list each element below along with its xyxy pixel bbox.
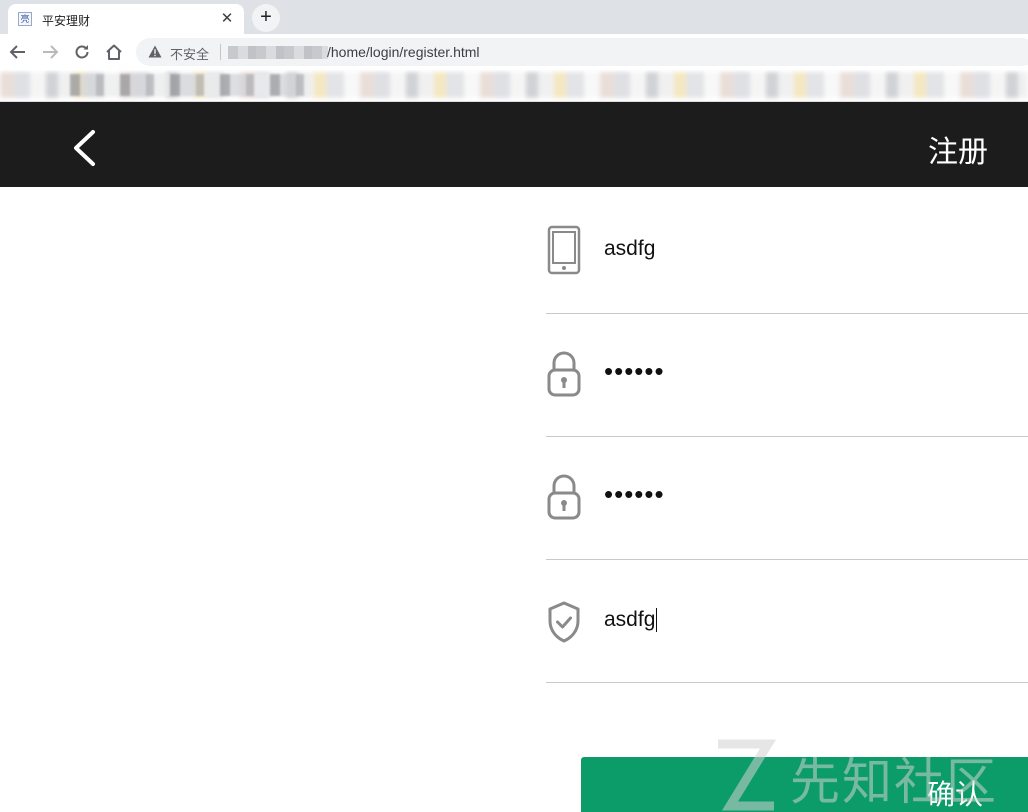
shield-check-icon xyxy=(546,597,582,647)
browser-toolbar: 不安全 /home/login/register.html xyxy=(0,34,1028,70)
page-title: 注册 xyxy=(928,136,988,169)
security-status-label[interactable]: 不安全 xyxy=(170,44,209,63)
site-favicon-icon: 亮 xyxy=(18,12,32,26)
reload-icon[interactable] xyxy=(70,40,94,64)
back-arrow-icon[interactable] xyxy=(6,40,30,64)
not-secure-warning-icon[interactable] xyxy=(148,45,162,63)
confirm-password-input[interactable]: •••••• xyxy=(604,479,665,510)
url-text[interactable]: /home/login/register.html xyxy=(327,44,480,60)
home-icon[interactable] xyxy=(102,40,126,64)
lock-icon xyxy=(546,349,582,399)
address-separator xyxy=(220,44,221,60)
browser-tabstrip: 亮 平安理财 ✕ + xyxy=(0,0,1028,34)
app-header: 注册 xyxy=(0,102,1028,187)
lock-icon xyxy=(546,472,582,522)
tab-title: 平安理财 xyxy=(42,14,91,28)
phone-field-row[interactable]: asdfg xyxy=(546,190,1028,314)
back-button[interactable] xyxy=(66,128,102,168)
code-input[interactable]: asdfg xyxy=(604,608,658,633)
text-caret xyxy=(656,608,658,633)
code-field-row[interactable]: asdfg xyxy=(546,559,1028,683)
new-tab-button[interactable]: + xyxy=(252,4,280,32)
forward-arrow-icon[interactable] xyxy=(38,40,62,64)
redacted-host xyxy=(228,46,328,59)
address-bar[interactable]: 不安全 /home/login/register.html xyxy=(136,38,1028,66)
code-input-text: asdfg xyxy=(604,608,656,631)
chevron-left-icon xyxy=(74,130,95,166)
blurred-bookmarks-dark xyxy=(70,74,310,96)
phone-input[interactable]: asdfg xyxy=(604,237,655,261)
browser-tab[interactable]: 亮 平安理财 ✕ xyxy=(8,4,244,34)
password-input[interactable]: •••••• xyxy=(604,356,665,387)
password-field-row[interactable]: •••••• xyxy=(546,313,1028,437)
bookmarks-bar xyxy=(0,70,1028,102)
tab-close-icon[interactable]: ✕ xyxy=(218,10,236,28)
confirm-button[interactable]: 确认 xyxy=(581,757,1028,812)
confirm-password-field-row[interactable]: •••••• xyxy=(546,436,1028,560)
confirm-button-label: 确认 xyxy=(927,779,984,810)
mobile-phone-icon xyxy=(546,225,582,275)
